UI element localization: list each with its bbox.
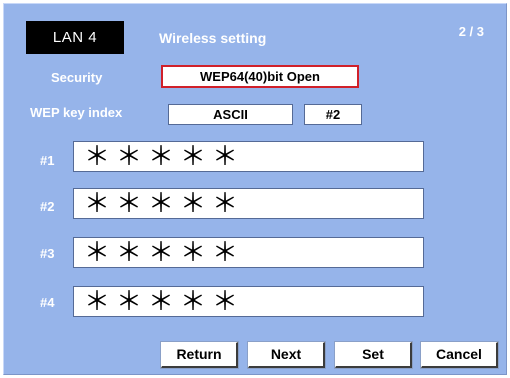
key-3-label: #3 — [40, 246, 55, 261]
wep-key-mode-field[interactable]: ASCII — [168, 104, 293, 125]
security-label: Security — [51, 70, 103, 85]
lan-badge: LAN 4 — [26, 21, 124, 54]
security-field[interactable]: WEP64(40)bit Open — [161, 65, 359, 88]
page-indicator: 2 / 3 — [458, 24, 484, 39]
key-2-field[interactable]: ＊＊＊＊＊ — [73, 188, 424, 219]
next-button[interactable]: Next — [247, 341, 326, 369]
key-2-label: #2 — [40, 199, 55, 214]
wep-key-index-label: WEP key index — [30, 105, 123, 120]
wep-key-index-field[interactable]: #2 — [304, 104, 362, 125]
key-4-field[interactable]: ＊＊＊＊＊ — [73, 286, 424, 317]
key-1-field[interactable]: ＊＊＊＊＊ — [73, 141, 424, 172]
key-3-field[interactable]: ＊＊＊＊＊ — [73, 237, 424, 268]
key-4-label: #4 — [40, 295, 55, 310]
cancel-button[interactable]: Cancel — [420, 341, 499, 369]
page-title: Wireless setting — [159, 30, 267, 46]
set-button[interactable]: Set — [334, 341, 413, 369]
key-1-label: #1 — [40, 153, 55, 168]
return-button[interactable]: Return — [160, 341, 239, 369]
wireless-setting-screen: LAN 4 Wireless setting 2 / 3 Security WE… — [3, 3, 507, 375]
